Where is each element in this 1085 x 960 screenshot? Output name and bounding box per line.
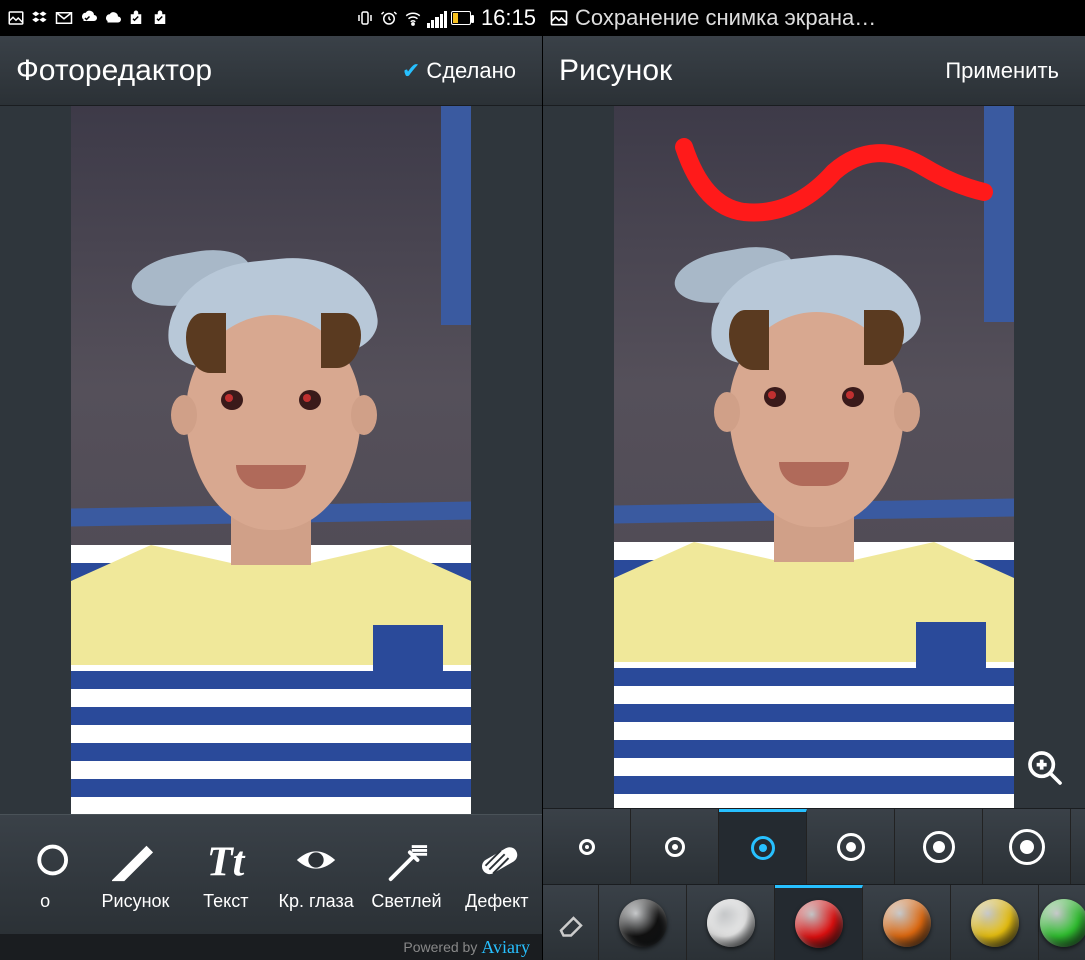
dropbox-icon bbox=[30, 8, 50, 28]
brush-size-4[interactable] bbox=[807, 809, 895, 884]
color-swatch-6[interactable] bbox=[1039, 885, 1085, 960]
tool-label: Дефект bbox=[465, 891, 528, 912]
color-swatch-4[interactable] bbox=[863, 885, 951, 960]
tool-cut-left[interactable]: о bbox=[0, 815, 90, 934]
apply-button[interactable]: Применить bbox=[935, 50, 1069, 92]
powered-by: Powered by Aviary bbox=[0, 934, 542, 960]
brand-name: Aviary bbox=[481, 937, 530, 958]
color-swatch-1[interactable] bbox=[599, 885, 687, 960]
cloud-icon bbox=[102, 8, 122, 28]
brush-size-1[interactable] bbox=[543, 809, 631, 884]
zoom-in-button[interactable] bbox=[1017, 740, 1073, 796]
app-header: Рисунок Применить bbox=[543, 36, 1085, 106]
status-saving-label: Сохранение снимка экрана… bbox=[575, 5, 876, 31]
tool-whiten[interactable]: Светлей bbox=[361, 815, 451, 934]
tool-draw[interactable]: Рисунок bbox=[90, 815, 180, 934]
apply-label: Применить bbox=[945, 58, 1059, 83]
done-label: Сделано bbox=[426, 58, 516, 84]
right-screen: Сохранение снимка экрана… Рисунок Примен… bbox=[543, 0, 1085, 960]
canvas-area[interactable] bbox=[0, 106, 542, 814]
check-icon: ✔ bbox=[402, 58, 420, 84]
brush-size-6[interactable] bbox=[983, 809, 1071, 884]
tool-label: Рисунок bbox=[102, 891, 170, 912]
brush-size-5[interactable] bbox=[895, 809, 983, 884]
svg-text:Tt: Tt bbox=[207, 838, 246, 883]
canvas-area[interactable] bbox=[543, 106, 1085, 808]
tool-label: о bbox=[40, 891, 50, 912]
battery-icon bbox=[451, 8, 471, 28]
status-bar: Сохранение снимка экрана… bbox=[543, 0, 1085, 36]
left-screen: 16:15 Фоторедактор ✔ Сделано bbox=[0, 0, 542, 960]
tool-label: Кр. глаза bbox=[279, 891, 354, 912]
app-header: Фоторедактор ✔ Сделано bbox=[0, 36, 542, 106]
tool-blemish[interactable]: Дефект bbox=[452, 815, 542, 934]
gmail-icon bbox=[54, 8, 74, 28]
brush-size-2[interactable] bbox=[631, 809, 719, 884]
alarm-icon bbox=[379, 8, 399, 28]
powered-label: Powered by bbox=[403, 939, 477, 955]
done-button[interactable]: ✔ Сделано bbox=[392, 50, 526, 92]
status-bar: 16:15 bbox=[0, 0, 542, 36]
picture-icon bbox=[6, 8, 26, 28]
color-row bbox=[543, 884, 1085, 960]
eraser-tool[interactable] bbox=[543, 885, 599, 960]
tool-row: о Рисунок Tt Текст Кр. глаза Светлей Деф… bbox=[0, 814, 542, 934]
tool-label: Текст bbox=[203, 891, 248, 912]
brush-size-row bbox=[543, 808, 1085, 884]
color-swatch-5[interactable] bbox=[951, 885, 1039, 960]
color-swatch-2[interactable] bbox=[687, 885, 775, 960]
tool-text[interactable]: Tt Текст bbox=[181, 815, 271, 934]
wifi-icon bbox=[403, 8, 423, 28]
page-title: Фоторедактор bbox=[16, 54, 392, 88]
tool-label: Светлей bbox=[371, 891, 441, 912]
brush-size-3[interactable] bbox=[719, 809, 807, 884]
bag-check-icon bbox=[126, 8, 146, 28]
photo-preview bbox=[71, 106, 471, 814]
picture-icon bbox=[549, 8, 569, 28]
photo-preview bbox=[614, 106, 1014, 808]
status-time: 16:15 bbox=[481, 5, 536, 31]
bag-check-icon bbox=[150, 8, 170, 28]
tool-redeye[interactable]: Кр. глаза bbox=[271, 815, 361, 934]
color-swatch-3[interactable] bbox=[775, 885, 863, 960]
page-title: Рисунок bbox=[559, 54, 935, 88]
vibrate-icon bbox=[355, 8, 375, 28]
signal-icon bbox=[427, 8, 447, 28]
check-cloud-icon bbox=[78, 8, 98, 28]
